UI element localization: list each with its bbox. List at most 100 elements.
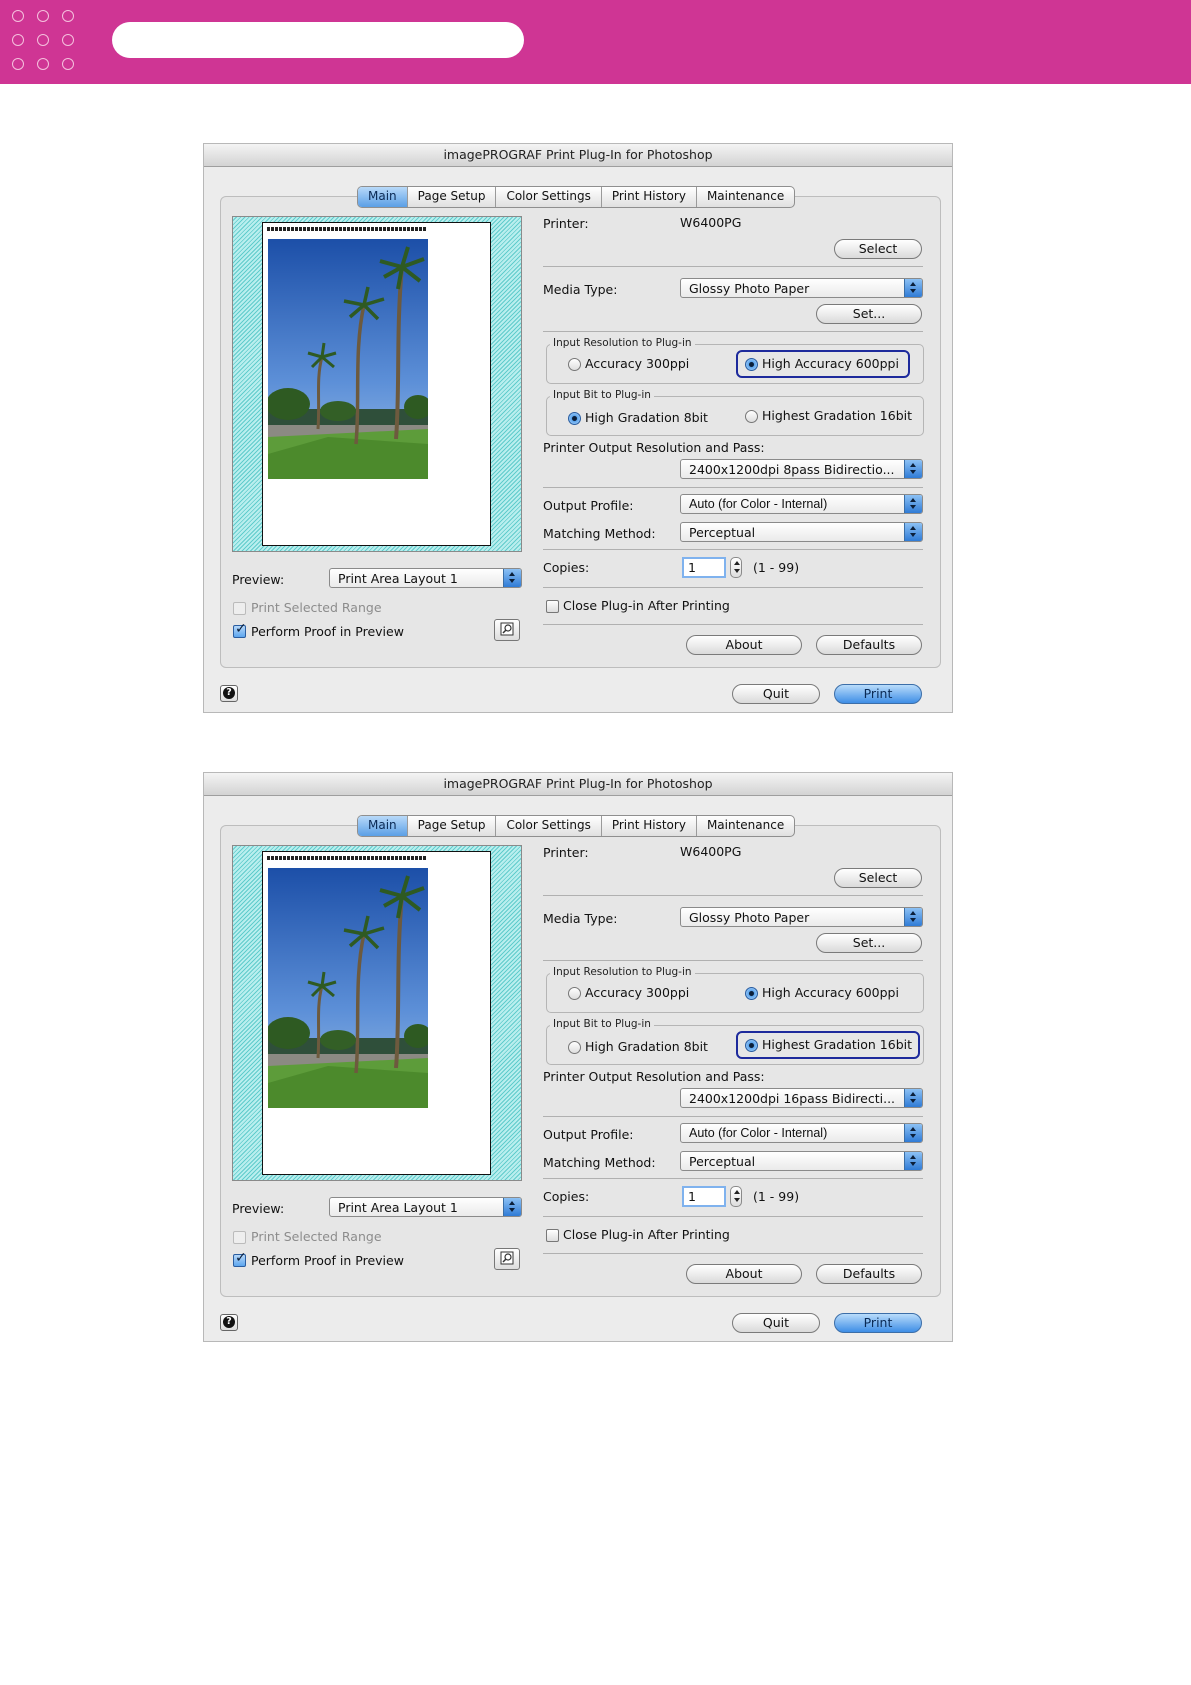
select-printer-button[interactable]: Select xyxy=(834,868,922,888)
tab-main[interactable]: Main xyxy=(358,816,408,836)
print-preview-area xyxy=(232,845,522,1181)
preview-header-text xyxy=(267,227,427,231)
copies-range: (1 - 99) xyxy=(753,560,800,575)
preview-layout-value: Print Area Layout 1 xyxy=(338,571,458,586)
proof-preview-button[interactable] xyxy=(494,1248,520,1270)
high-accuracy-600-radio[interactable] xyxy=(745,987,758,1000)
copies-stepper[interactable] xyxy=(730,1186,742,1207)
close-after-printing-checkbox[interactable] xyxy=(546,600,559,613)
quit-button[interactable]: Quit xyxy=(732,684,820,704)
output-profile-select[interactable]: Auto (for Color - Internal) xyxy=(680,1123,923,1143)
proof-preview-button[interactable] xyxy=(494,619,520,641)
defaults-button[interactable]: Defaults xyxy=(816,1264,922,1284)
tab-bar: Main Page Setup Color Settings Print His… xyxy=(357,815,796,837)
matching-method-value: Perceptual xyxy=(689,1154,756,1169)
output-profile-value: Auto (for Color - Internal) xyxy=(689,497,828,511)
highest-gradation-16bit-radio[interactable] xyxy=(745,410,758,423)
divider xyxy=(543,624,923,625)
print-selected-range-checkbox[interactable] xyxy=(233,1231,246,1244)
copies-range: (1 - 99) xyxy=(753,1189,800,1204)
tab-print-history[interactable]: Print History xyxy=(602,816,697,836)
copies-input[interactable]: 1 xyxy=(682,1186,726,1207)
copies-input[interactable]: 1 xyxy=(682,557,726,578)
media-type-select[interactable]: Glossy Photo Paper xyxy=(680,278,923,298)
chevron-updown-icon xyxy=(904,908,922,926)
close-after-printing-label: Close Plug-in After Printing xyxy=(563,1227,730,1242)
tab-main[interactable]: Main xyxy=(358,187,408,207)
accuracy-300-label: Accuracy 300ppi xyxy=(585,985,690,1000)
high-gradation-8bit-radio[interactable] xyxy=(568,412,581,425)
input-resolution-group-label: Input Resolution to Plug-in xyxy=(550,966,695,978)
close-after-printing-checkbox[interactable] xyxy=(546,1229,559,1242)
output-profile-value: Auto (for Color - Internal) xyxy=(689,1126,828,1140)
defaults-button[interactable]: Defaults xyxy=(816,635,922,655)
high-gradation-8bit-label: High Gradation 8bit xyxy=(585,1039,708,1054)
printer-value: W6400PG xyxy=(680,215,742,230)
preview-label: Preview: xyxy=(232,572,285,587)
copies-label: Copies: xyxy=(543,1189,590,1204)
about-button[interactable]: About xyxy=(686,1264,802,1284)
help-button[interactable]: ? xyxy=(220,685,238,702)
divider xyxy=(543,1178,923,1179)
dialog-title: imagePROGRAF Print Plug-In for Photoshop xyxy=(204,144,952,167)
input-resolution-group-label: Input Resolution to Plug-in xyxy=(550,337,695,349)
tab-print-history[interactable]: Print History xyxy=(602,187,697,207)
tab-page-setup[interactable]: Page Setup xyxy=(408,816,497,836)
preview-layout-select[interactable]: Print Area Layout 1 xyxy=(329,1197,522,1217)
preview-layout-select[interactable]: Print Area Layout 1 xyxy=(329,568,522,588)
help-button[interactable]: ? xyxy=(220,1314,238,1331)
media-type-label: Media Type: xyxy=(543,282,618,297)
tab-page-setup[interactable]: Page Setup xyxy=(408,187,497,207)
close-after-printing-label: Close Plug-in After Printing xyxy=(563,598,730,613)
matching-method-select[interactable]: Perceptual xyxy=(680,1151,923,1171)
copies-stepper[interactable] xyxy=(730,557,742,578)
preview-label: Preview: xyxy=(232,1201,285,1216)
checkmark-icon: ✓ xyxy=(235,1250,247,1266)
matching-method-value: Perceptual xyxy=(689,525,756,540)
perform-proof-label: Perform Proof in Preview xyxy=(251,624,404,639)
high-gradation-8bit-radio[interactable] xyxy=(568,1041,581,1054)
question-mark-icon: ? xyxy=(223,1316,235,1328)
media-type-select[interactable]: Glossy Photo Paper xyxy=(680,907,923,927)
highest-gradation-16bit-label: Highest Gradation 16bit xyxy=(762,408,913,423)
tab-color-settings[interactable]: Color Settings xyxy=(496,187,602,207)
divider xyxy=(543,1116,923,1117)
output-resolution-select[interactable]: 2400x1200dpi 8pass Bidirectio... xyxy=(680,459,923,479)
tab-maintenance[interactable]: Maintenance xyxy=(697,816,794,836)
accuracy-300-radio[interactable] xyxy=(568,987,581,1000)
copies-label: Copies: xyxy=(543,560,590,575)
tab-color-settings[interactable]: Color Settings xyxy=(496,816,602,836)
matching-method-select[interactable]: Perceptual xyxy=(680,522,923,542)
print-button[interactable]: Print xyxy=(834,1313,922,1333)
media-type-value: Glossy Photo Paper xyxy=(689,910,810,925)
preview-header-text xyxy=(267,856,427,860)
chevron-updown-icon xyxy=(503,1198,521,1216)
quit-button[interactable]: Quit xyxy=(732,1313,820,1333)
matching-method-label: Matching Method: xyxy=(543,526,656,541)
output-resolution-label: Printer Output Resolution and Pass: xyxy=(543,1069,765,1084)
perform-proof-checkbox[interactable]: ✓ xyxy=(233,1250,247,1267)
output-resolution-select[interactable]: 2400x1200dpi 16pass Bidirecti... xyxy=(680,1088,923,1108)
divider xyxy=(543,331,923,332)
tab-maintenance[interactable]: Maintenance xyxy=(697,187,794,207)
print-button[interactable]: Print xyxy=(834,684,922,704)
printer-label: Printer: xyxy=(543,216,589,231)
media-set-button[interactable]: Set... xyxy=(816,304,922,324)
perform-proof-checkbox[interactable]: ✓ xyxy=(233,622,247,638)
accuracy-300-radio[interactable] xyxy=(568,358,581,371)
about-button[interactable]: About xyxy=(686,635,802,655)
output-profile-select[interactable]: Auto (for Color - Internal) xyxy=(680,494,923,514)
matching-method-label: Matching Method: xyxy=(543,1155,656,1170)
print-selected-range-checkbox[interactable] xyxy=(233,602,246,615)
selection-highlight xyxy=(736,1031,920,1059)
select-printer-button[interactable]: Select xyxy=(834,239,922,259)
chevron-updown-icon xyxy=(904,1152,922,1170)
preview-photo xyxy=(268,868,428,1108)
preview-layout-value: Print Area Layout 1 xyxy=(338,1200,458,1215)
divider xyxy=(543,1253,923,1254)
media-set-button[interactable]: Set... xyxy=(816,933,922,953)
media-type-label: Media Type: xyxy=(543,911,618,926)
output-resolution-label: Printer Output Resolution and Pass: xyxy=(543,440,765,455)
chevron-updown-icon xyxy=(904,495,922,513)
high-gradation-8bit-label: High Gradation 8bit xyxy=(585,410,708,425)
